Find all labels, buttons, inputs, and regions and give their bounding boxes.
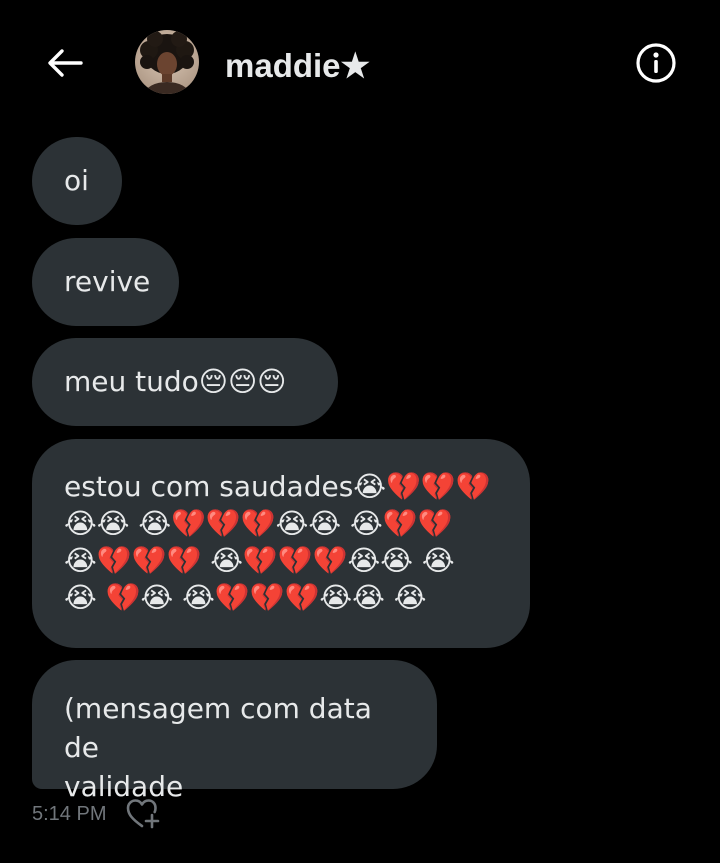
message-bubble[interactable]: revive: [32, 238, 179, 326]
contact-avatar-image: [135, 30, 199, 94]
message-bubble[interactable]: meu tudo😔😔😔: [32, 338, 338, 426]
arrow-left-icon: [48, 49, 83, 77]
message-text: (mensagem com data de validade: [64, 692, 372, 803]
back-button[interactable]: [40, 40, 90, 86]
info-circle-icon: [636, 43, 676, 83]
react-button[interactable]: [125, 797, 161, 831]
message-bubble[interactable]: (mensagem com data de validade: [32, 660, 437, 803]
message-bubble[interactable]: estou com saudades😭💔💔💔 😭😭 😭💔💔💔😭😭 😭💔💔 😭💔💔…: [32, 439, 530, 648]
avatar[interactable]: [135, 30, 199, 94]
message-text: revive: [64, 265, 151, 298]
message-text: estou com saudades😭💔💔💔 😭😭 😭💔💔💔😭😭 😭💔💔 😭💔💔…: [64, 470, 491, 614]
heart-plus-icon: [126, 799, 160, 829]
info-button[interactable]: [634, 41, 678, 85]
message-text: meu tudo😔😔😔: [64, 365, 287, 398]
message-timestamp: 5:14 PM: [32, 803, 107, 825]
message-text: oi: [64, 164, 89, 197]
conversation-header: maddie★: [0, 0, 720, 125]
message-bubble[interactable]: oi: [32, 137, 122, 225]
page-title[interactable]: maddie★: [225, 46, 370, 86]
